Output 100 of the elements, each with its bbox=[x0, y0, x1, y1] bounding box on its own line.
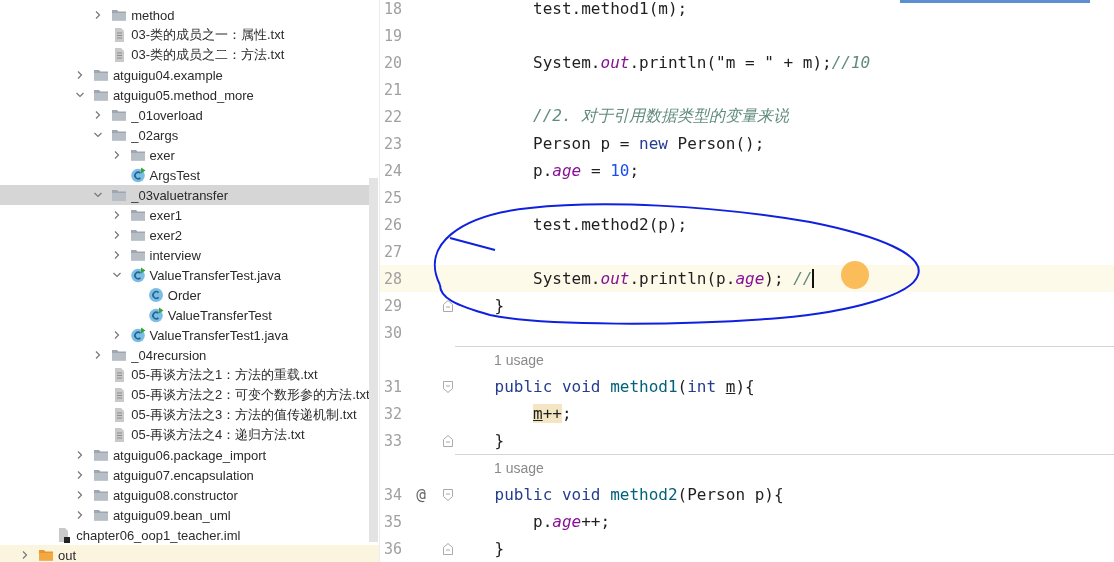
folder-icon bbox=[92, 487, 109, 503]
folder-icon bbox=[129, 247, 146, 263]
line-number: 29 bbox=[382, 296, 402, 315]
code-line: System.out.println(p.age); // bbox=[532, 269, 813, 288]
chevron-right-icon[interactable] bbox=[20, 550, 30, 560]
tree-item[interactable]: Order bbox=[0, 285, 379, 305]
tree-label: 03-类的成员之一：属性.txt bbox=[131, 26, 285, 44]
line-number: 26 bbox=[382, 215, 402, 234]
tree-label: atguigu08.constructor bbox=[112, 487, 238, 503]
tree-item[interactable]: _01overload bbox=[0, 105, 379, 125]
folder-icon bbox=[92, 447, 109, 463]
tree-item[interactable]: _04recursion bbox=[0, 345, 379, 365]
tree-label: 05-再谈方法之3：方法的值传递机制.txt bbox=[131, 406, 357, 424]
runnable-class-icon bbox=[147, 307, 164, 323]
tree-item[interactable]: out bbox=[0, 545, 379, 562]
tree-item[interactable]: exer bbox=[0, 145, 379, 165]
tree-label: out bbox=[58, 547, 77, 562]
tree-item[interactable]: atguigu04.example bbox=[0, 65, 379, 85]
runnable-class-icon bbox=[129, 167, 146, 183]
override-marker[interactable]: @ bbox=[402, 485, 440, 504]
tree-label: ValueTransferTest.java bbox=[149, 267, 281, 283]
tree-label: _04recursion bbox=[131, 347, 207, 363]
tree-item[interactable]: chapter06_oop1_teacher.iml bbox=[0, 525, 379, 545]
tree-item[interactable]: method bbox=[0, 5, 379, 25]
tree-label: ValueTransferTest1.java bbox=[149, 327, 289, 343]
tree-item[interactable]: ArgsTest bbox=[0, 165, 379, 185]
tree-item[interactable]: atguigu09.bean_uml bbox=[0, 505, 379, 525]
tree-label: 05-再谈方法之2：可变个数形参的方法.txt bbox=[131, 386, 370, 404]
tree-item[interactable]: _02args bbox=[0, 125, 379, 145]
tree-label: interview bbox=[149, 247, 201, 263]
tree-item[interactable]: ValueTransferTest1.java bbox=[0, 325, 379, 345]
folder-icon bbox=[111, 347, 128, 363]
line-number: 24 bbox=[382, 161, 402, 180]
line-number: 35 bbox=[382, 512, 402, 531]
folder-icon bbox=[129, 147, 146, 163]
tree-item[interactable]: interview bbox=[0, 245, 379, 265]
tree-item[interactable]: atguigu05.method_more bbox=[0, 85, 379, 105]
chevron-down-icon[interactable] bbox=[93, 130, 104, 140]
tree-label: exer1 bbox=[149, 207, 183, 223]
code-line: } bbox=[493, 539, 505, 558]
chevron-down-icon[interactable] bbox=[93, 190, 104, 200]
line-number: 20 bbox=[382, 53, 402, 72]
line-number: 27 bbox=[382, 242, 402, 261]
tree-label: _01overload bbox=[131, 107, 203, 123]
usage-hint[interactable]: 1 usage bbox=[494, 460, 544, 476]
folder-icon bbox=[92, 67, 109, 83]
runnable-class-icon bbox=[129, 267, 146, 283]
tree-item[interactable]: atguigu06.package_import bbox=[0, 445, 379, 465]
folder-icon bbox=[111, 7, 128, 23]
line-number: 28 bbox=[382, 269, 402, 288]
tree-label: atguigu07.encapsulation bbox=[112, 467, 254, 483]
tree-label: _02args bbox=[131, 127, 179, 143]
tree-label: 05-再谈方法之4：递归方法.txt bbox=[131, 426, 305, 444]
fold-icon[interactable] bbox=[442, 299, 453, 312]
tree-item[interactable]: 03-类的成员之二：方法.txt bbox=[0, 45, 379, 65]
tree-item[interactable]: 05-再谈方法之4：递归方法.txt bbox=[0, 425, 379, 445]
usage-hint[interactable]: 1 usage bbox=[494, 352, 544, 368]
scrollbar[interactable] bbox=[369, 178, 378, 542]
runnable-class-icon bbox=[129, 327, 146, 343]
tree-item[interactable]: 03-类的成员之一：属性.txt bbox=[0, 25, 379, 45]
tree-item[interactable]: 05-再谈方法之2：可变个数形参的方法.txt bbox=[0, 385, 379, 405]
module-file-icon bbox=[56, 527, 73, 543]
code-line: } bbox=[493, 431, 505, 450]
line-number: 36 bbox=[382, 539, 402, 558]
tree-item[interactable]: _03valuetransfer bbox=[0, 185, 369, 205]
class-icon bbox=[147, 287, 164, 303]
chevron-down-icon[interactable] bbox=[74, 90, 85, 100]
cursor-highlight-icon bbox=[841, 261, 869, 289]
code-line: test.method2(p); bbox=[532, 215, 688, 234]
tree-label: atguigu06.package_import bbox=[112, 447, 267, 463]
tree-label: method bbox=[131, 7, 175, 23]
line-number: 21 bbox=[382, 80, 402, 99]
code-line: public void method2(Person p){ bbox=[493, 485, 784, 504]
tree-item[interactable]: 05-再谈方法之3：方法的值传递机制.txt bbox=[0, 405, 379, 425]
line-number: 31 bbox=[382, 377, 402, 396]
tree-label: atguigu05.method_more bbox=[112, 87, 254, 103]
tree-label: atguigu04.example bbox=[112, 67, 223, 83]
folder-icon bbox=[92, 467, 109, 483]
tree-item[interactable]: atguigu08.constructor bbox=[0, 485, 379, 505]
line-number: 22 bbox=[382, 107, 402, 126]
tree-item[interactable]: exer2 bbox=[0, 225, 379, 245]
tree-label: Order bbox=[167, 287, 202, 303]
folder-icon bbox=[111, 127, 128, 143]
folder-icon bbox=[92, 507, 109, 523]
folder-icon bbox=[111, 187, 128, 203]
tree-item[interactable]: ValueTransferTest bbox=[0, 305, 379, 325]
folder-icon bbox=[129, 207, 146, 223]
tree-item[interactable]: 05-再谈方法之1：方法的重载.txt bbox=[0, 365, 379, 385]
line-number: 30 bbox=[382, 323, 402, 342]
tree-label: exer2 bbox=[149, 227, 183, 243]
line-number: 19 bbox=[382, 26, 402, 45]
code-line: System.out.println("m = " + m);//10 bbox=[532, 53, 871, 72]
folder-icon bbox=[129, 227, 146, 243]
tree-item[interactable]: ValueTransferTest.java bbox=[0, 265, 379, 285]
tree-item[interactable]: exer1 bbox=[0, 205, 379, 225]
code-line: Person p = new Person(); bbox=[532, 134, 765, 153]
tree-label: ArgsTest bbox=[149, 167, 201, 183]
code-line: test.method1(m); bbox=[532, 0, 688, 18]
tree-item[interactable]: atguigu07.encapsulation bbox=[0, 465, 379, 485]
chevron-down-icon[interactable] bbox=[111, 270, 122, 280]
